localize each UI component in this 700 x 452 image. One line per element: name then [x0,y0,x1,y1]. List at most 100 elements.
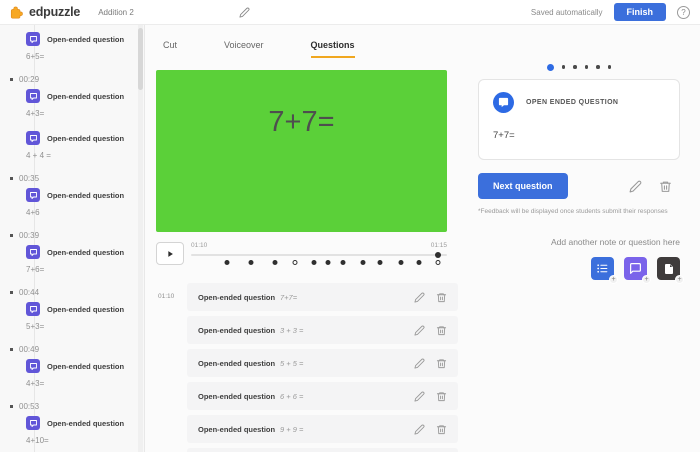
pagination-dot[interactable] [573,65,577,69]
tab-questions[interactable]: Questions [311,40,355,58]
delete-question-detail-button[interactable] [659,180,672,193]
question-marker-dot[interactable] [360,260,365,265]
sidebar-question-item[interactable]: Open-ended question 5+3= [26,302,144,331]
note-icon [663,263,675,275]
delete-question-button[interactable] [436,292,447,303]
sidebar-question-label: Open-ended question [47,35,124,44]
sidebar-question-item[interactable]: Open-ended question 4+6 [26,188,144,217]
trash-icon [436,325,447,336]
current-time-label: 01:10 [191,242,207,249]
open-ended-question-icon [26,416,40,430]
delete-question-button[interactable] [436,391,447,402]
pagination-dot[interactable] [585,65,589,69]
question-marker-dot[interactable] [398,260,403,265]
open-ended-question-icon [26,32,40,46]
question-row[interactable]: Open-ended question 7+7= [187,283,458,311]
sidebar-scrollbar-thumb[interactable] [138,28,143,90]
finish-button[interactable]: Finish [614,3,667,21]
question-row-label: Open-ended question [198,425,280,434]
question-marker-dot[interactable] [224,260,229,265]
question-row-label: Open-ended question [198,359,280,368]
add-open-ended-question-button[interactable]: + [624,257,647,280]
timestamp-marker-icon [10,291,13,294]
question-row[interactable]: Open-ended question 9 + 9 = [187,415,458,443]
sidebar-question-item[interactable]: Open-ended question 4+10= [26,416,144,445]
next-question-button[interactable]: Next question [478,173,568,199]
question-marker-dot[interactable] [292,260,297,265]
question-row-label: Open-ended question [198,392,280,401]
question-marker-dot-selected[interactable] [436,260,441,265]
edpuzzle-logo[interactable]: edpuzzle [10,5,80,20]
timestamp-marker-icon [10,348,13,351]
question-row-label: Open-ended question [198,293,280,302]
sidebar-question-item[interactable]: Open-ended question 7+6= [26,245,144,274]
question-row-wrap: 01:10 Open-ended question 7+7= [158,283,458,311]
edit-title-button[interactable] [239,7,250,18]
pagination-dot[interactable] [562,65,566,69]
question-row-wrap: Open-ended question 5 + 5 = [158,349,458,377]
video-timeline[interactable]: 01:10 01:15 [191,242,447,267]
open-ended-question-icon [26,131,40,145]
play-button[interactable] [156,242,184,265]
trash-icon [436,391,447,402]
question-row[interactable]: Open-ended question 6 + 6 = [187,382,458,410]
sidebar-question-item[interactable]: Open-ended question 4+3= [26,89,144,118]
video-preview[interactable]: 7+7= [156,70,447,232]
question-row[interactable]: Open-ended question 5 + 5 = [187,349,458,377]
tab-cut[interactable]: Cut [163,40,177,58]
open-ended-question-icon [493,92,514,113]
open-ended-question-icon [26,359,40,373]
question-detail-panel: OPEN ENDED QUESTION 7+7= Next question *… [465,25,700,452]
pagination-dot[interactable] [608,65,612,69]
edit-question-button[interactable] [414,424,425,435]
add-note-button[interactable]: + [657,257,680,280]
pagination-dot-active[interactable] [547,64,554,71]
pagination-dot[interactable] [596,65,600,69]
sidebar-timestamp-label: 00:35 [19,174,39,183]
add-buttons-row: + + + [478,257,680,280]
open-ended-question-icon [26,188,40,202]
question-type-label: OPEN ENDED QUESTION [526,99,618,106]
add-prompt: Add another note or question here [478,237,680,247]
question-marker-dot[interactable] [311,260,316,265]
delete-question-button[interactable] [436,358,447,369]
question-marker-dot[interactable] [341,260,346,265]
question-marker-dot[interactable] [273,260,278,265]
timeline-track[interactable] [191,251,447,267]
delete-question-button[interactable] [436,424,447,435]
sidebar-question-value: 4+3= [26,379,144,388]
plus-badge-icon: + [609,275,618,284]
sidebar-question-value: 7+6= [26,265,144,274]
edpuzzle-app: edpuzzle Addition 2 Saved automatically … [0,0,700,452]
sidebar-timestamp: 00:29 [10,74,144,84]
add-multiple-choice-question-button[interactable]: + [591,257,614,280]
pencil-icon [414,424,425,435]
question-marker-dot[interactable] [378,260,383,265]
question-row[interactable]: Open-ended question 10 +10 = [187,448,458,452]
question-row-time [158,349,187,377]
question-row-wrap: Open-ended question 9 + 9 = [158,415,458,443]
playhead-dot[interactable] [435,252,441,258]
question-row-wrap: Open-ended question 6 + 6 = [158,382,458,410]
edit-question-button[interactable] [414,358,425,369]
pencil-icon [414,358,425,369]
speech-bubble-icon [629,262,642,275]
tab-voiceover[interactable]: Voiceover [224,40,264,58]
delete-question-button[interactable] [436,325,447,336]
sidebar-question-item[interactable]: Open-ended question 6+5= [26,32,144,61]
sidebar-question-label: Open-ended question [47,92,124,101]
question-row-value: 6 + 6 = [280,392,414,401]
edit-question-detail-button[interactable] [629,180,642,193]
edit-question-button[interactable] [414,325,425,336]
help-icon[interactable]: ? [677,6,690,19]
edit-question-button[interactable] [414,391,425,402]
sidebar-question-item[interactable]: Open-ended question 4+3= [26,359,144,388]
question-row[interactable]: Open-ended question 3 + 3 = [187,316,458,344]
question-marker-dot[interactable] [416,260,421,265]
question-marker-dot[interactable] [249,260,254,265]
edit-question-button[interactable] [414,292,425,303]
sidebar-question-value: 4 + 4 = [26,151,144,160]
question-marker-dot[interactable] [325,260,330,265]
timestamp-marker-icon [10,405,13,408]
sidebar-question-item[interactable]: Open-ended question 4 + 4 = [26,131,144,160]
